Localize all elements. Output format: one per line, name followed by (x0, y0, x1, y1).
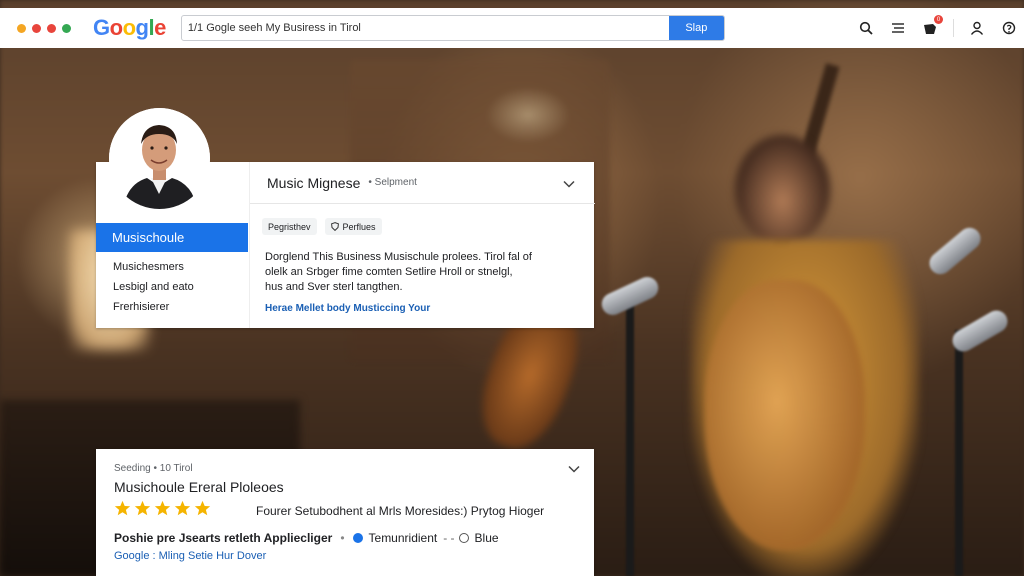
window-dot-1[interactable] (17, 23, 26, 33)
chip[interactable]: Pegristhev (262, 218, 317, 235)
window-dot-3[interactable] (47, 23, 56, 33)
listing-link[interactable]: Google : Mling Setie Hur Dover (114, 550, 266, 562)
info-icon (352, 533, 363, 543)
description-line: olelk an Srbger fime comten Setlire Hrol… (265, 266, 513, 278)
background-mic-stand (626, 300, 634, 576)
listing-attribute-mid: Temunridient (368, 531, 438, 545)
description-line: hus and Sver sterl tangthen. (265, 281, 403, 293)
logo-letter: o (109, 15, 123, 40)
category-item[interactable]: Lesbigl and eato (113, 281, 194, 293)
star-icon (194, 500, 211, 516)
more-icon[interactable] (1000, 19, 1018, 37)
circle-icon (458, 533, 469, 543)
listing-attribute-mid-suffix: - - (443, 531, 455, 545)
star-icon (174, 500, 191, 516)
listing-meta: Seeding • 10 Tirol (114, 463, 193, 474)
search-input[interactable] (181, 16, 669, 40)
business-title: Music Mignese (267, 174, 361, 191)
user-icon[interactable] (968, 19, 986, 37)
search-box: Slap (180, 15, 725, 41)
business-subtitle-text: Selpment (374, 177, 417, 188)
chevron-down-icon[interactable] (568, 462, 580, 476)
search-icon[interactable] (857, 19, 875, 37)
google-logo[interactable]: Google (93, 15, 166, 41)
category-item[interactable]: Musichesmers (113, 261, 184, 273)
logo-letter: e (154, 15, 166, 40)
background-mic-stand (955, 330, 963, 576)
star-icon (134, 500, 151, 516)
listing-title[interactable]: Musichoule Ereral Ploleoes (114, 479, 284, 495)
logo-letter: g (135, 15, 149, 40)
listing-attribute-label: Poshie pre Jsearts retleth Appliecliger (114, 531, 333, 545)
star-icon (154, 500, 171, 516)
window-dot-4[interactable] (62, 23, 71, 33)
business-description: Dorglend This Business Musischule prolee… (265, 250, 585, 295)
separator: • (340, 531, 345, 545)
star-rating (114, 500, 211, 517)
category-item-active[interactable]: Musischoule (96, 223, 248, 252)
category-item[interactable]: Frerhisierer (113, 301, 169, 313)
background-musician-head (735, 135, 830, 245)
listing-attributes: Poshie pre Jsearts retleth Appliecliger … (114, 531, 499, 545)
logo-letter: o (122, 15, 136, 40)
chip[interactable]: Perflues (324, 218, 382, 235)
profile-link[interactable]: Herae Mellet body Musticcing Your (265, 303, 430, 314)
notification-icon[interactable]: 0 (921, 15, 943, 37)
background-cello (705, 280, 865, 550)
profile-details: Music Mignese • Selpment Pegristhev Perf… (249, 162, 595, 328)
business-subtitle: • Selpment (368, 177, 417, 188)
star-icon (114, 500, 131, 516)
search-result-listing: Seeding • 10 Tirol Musichoule Ereral Plo… (96, 449, 594, 576)
shield-icon (330, 222, 339, 231)
listing-review: Fourer Setubodhent al Mrls Moresides:) P… (256, 504, 545, 518)
chip-group: Pegristhev Perflues (262, 218, 382, 235)
listing-attribute-end: Blue (474, 531, 499, 545)
search-button[interactable]: Slap (668, 16, 724, 40)
person-portrait-icon (109, 108, 210, 209)
notification-badge: 0 (934, 15, 943, 24)
icon-divider (953, 19, 954, 37)
window-controls (17, 23, 71, 33)
chip-label: Pegristhev (268, 221, 311, 232)
description-line: Dorglend This Business Musischule prolee… (265, 251, 532, 263)
menu-icon[interactable] (889, 19, 907, 37)
window-dot-2[interactable] (32, 23, 41, 33)
avatar[interactable] (109, 108, 210, 209)
chevron-down-icon[interactable] (563, 177, 575, 191)
card-header: Music Mignese • Selpment (250, 162, 595, 204)
logo-letter: G (93, 15, 110, 40)
browser-top-bar: Google Slap 0 (0, 8, 1024, 48)
chip-label: Perflues (342, 221, 376, 232)
top-icon-group: 0 (843, 8, 1024, 48)
